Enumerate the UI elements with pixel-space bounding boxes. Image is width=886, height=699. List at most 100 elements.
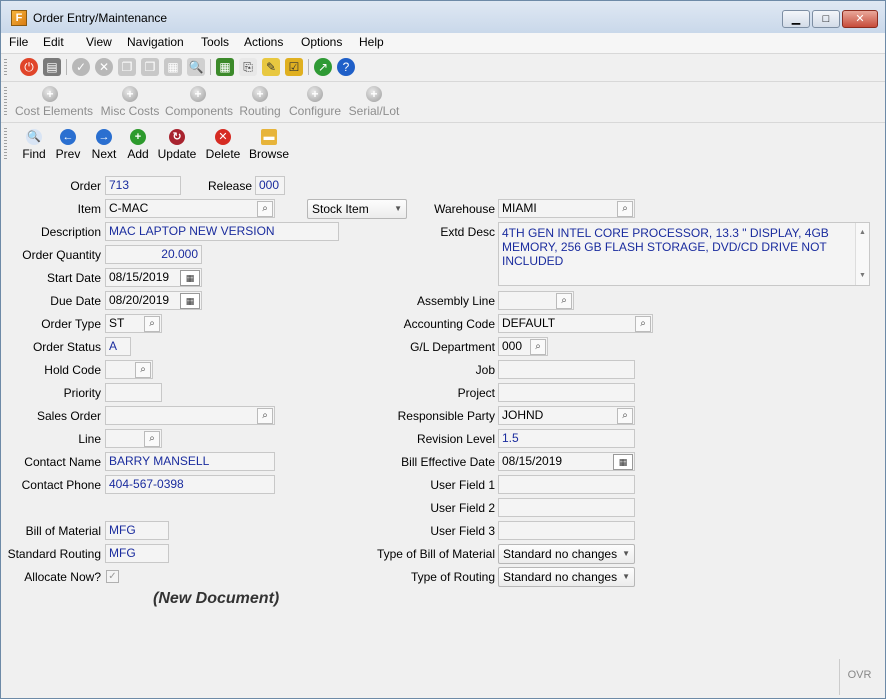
description-field[interactable]: MAC LAPTOP NEW VERSION: [105, 222, 339, 241]
sales-order-lookup-icon[interactable]: ⌕: [257, 408, 273, 424]
minimize-button[interactable]: ▁: [782, 10, 810, 28]
menu-help[interactable]: Help: [359, 35, 384, 49]
accounting-code-lookup-icon[interactable]: ⌕: [635, 316, 651, 332]
close-button[interactable]: ✕: [842, 10, 878, 28]
user-field1-field[interactable]: [498, 475, 635, 494]
chart-icon[interactable]: ↗: [314, 58, 332, 76]
exit-icon[interactable]: ⏻: [20, 58, 38, 76]
line-field[interactable]: ⌕: [105, 429, 162, 448]
contact-phone-field[interactable]: 404-567-0398: [105, 475, 275, 494]
calculator-icon[interactable]: ▦: [216, 58, 234, 76]
toolbar-grip[interactable]: [4, 87, 7, 115]
navigation-toolbar: 🔍 Find ← Prev → Next + Add ↻ Update ✕ De…: [1, 122, 885, 164]
type-routing-select[interactable]: Standard no changes ▼: [498, 567, 635, 587]
std-routing-field[interactable]: MFG: [105, 544, 169, 563]
calendar-icon[interactable]: ▦: [180, 270, 200, 286]
start-date-field[interactable]: 08/15/2019 ▦: [105, 268, 202, 287]
order-status-label: Order Status: [32, 340, 101, 354]
chevron-down-icon: ▼: [622, 549, 630, 558]
menu-file[interactable]: File: [9, 35, 28, 49]
serial-lot-button[interactable]: + Serial/Lot: [347, 86, 401, 118]
project-field[interactable]: [498, 383, 635, 402]
assembly-line-field[interactable]: ⌕: [498, 291, 574, 310]
title-bar[interactable]: F Order Entry/Maintenance ▁ □ ✕: [1, 1, 885, 33]
due-date-field[interactable]: 08/20/2019 ▦: [105, 291, 202, 310]
revision-level-field[interactable]: 1.5: [498, 429, 635, 448]
misc-costs-button[interactable]: + Misc Costs: [97, 86, 163, 118]
item-type-select[interactable]: Stock Item ▼: [307, 199, 407, 219]
release-field[interactable]: 000: [255, 176, 285, 195]
accounting-code-field[interactable]: DEFAULT ⌕: [498, 314, 653, 333]
menu-actions[interactable]: Actions: [244, 35, 283, 49]
job-field[interactable]: [498, 360, 635, 379]
warehouse-lookup-icon[interactable]: ⌕: [617, 201, 633, 217]
scroll-down-icon[interactable]: ▼: [856, 269, 869, 283]
print-icon[interactable]: ▤: [43, 58, 61, 76]
zoom-icon[interactable]: 🔍: [187, 58, 205, 76]
responsible-party-field[interactable]: JOHND ⌕: [498, 406, 635, 425]
item-lookup-icon[interactable]: ⌕: [257, 201, 273, 217]
item-field[interactable]: C-MAC ⌕: [105, 199, 275, 218]
bill-eff-date-field[interactable]: 08/15/2019 ▦: [498, 452, 635, 471]
item-value: C-MAC: [109, 201, 149, 215]
line-label: Line: [78, 432, 101, 446]
copy-icon[interactable]: ❐: [118, 58, 136, 76]
extd-desc-scrollbar[interactable]: ▲ ▼: [855, 223, 869, 285]
paste-icon[interactable]: ❐: [141, 58, 159, 76]
browse-label: Browse: [248, 147, 289, 161]
find-button[interactable]: 🔍 Find: [19, 129, 49, 161]
save-icon[interactable]: ✓: [72, 58, 90, 76]
type-bom-select[interactable]: Standard no changes ▼: [498, 544, 635, 564]
scroll-up-icon[interactable]: ▲: [856, 226, 869, 240]
extd-desc-textarea[interactable]: 4TH GEN INTEL CORE PROCESSOR, 13.3 " DIS…: [498, 222, 870, 286]
toolbar-grip[interactable]: [4, 128, 7, 160]
contact-phone-label: Contact Phone: [21, 478, 101, 492]
next-button[interactable]: → Next: [89, 129, 119, 161]
menu-view[interactable]: View: [86, 35, 112, 49]
hold-code-lookup-icon[interactable]: ⌕: [135, 362, 151, 378]
configure-button[interactable]: + Configure: [289, 86, 341, 118]
gl-dept-field[interactable]: 000 ⌕: [498, 337, 548, 356]
bom-field[interactable]: MFG: [105, 521, 169, 540]
components-button[interactable]: + Components: [165, 86, 233, 118]
hold-code-field[interactable]: ⌕: [105, 360, 153, 379]
order-qty-field[interactable]: 20.000: [105, 245, 202, 264]
update-button[interactable]: ↻ Update: [155, 129, 199, 161]
checklist-icon[interactable]: ☑: [285, 58, 303, 76]
delete-button[interactable]: ✕ Delete: [203, 129, 243, 161]
allocate-checkbox[interactable]: ✓: [106, 570, 119, 583]
menu-edit[interactable]: Edit: [43, 35, 64, 49]
routing-button[interactable]: + Routing: [237, 86, 283, 118]
order-status-field[interactable]: A: [105, 337, 131, 356]
order-type-lookup-icon[interactable]: ⌕: [144, 316, 160, 332]
cancel-icon[interactable]: ✕: [95, 58, 113, 76]
line-lookup-icon[interactable]: ⌕: [144, 431, 160, 447]
order-type-field[interactable]: ST ⌕: [105, 314, 162, 333]
notes-icon[interactable]: ✎: [262, 58, 280, 76]
sales-order-field[interactable]: ⌕: [105, 406, 275, 425]
priority-field[interactable]: [105, 383, 162, 402]
menu-navigation[interactable]: Navigation: [127, 35, 184, 49]
select-all-icon[interactable]: ▦: [164, 58, 182, 76]
maximize-button[interactable]: □: [812, 10, 840, 28]
contact-name-field[interactable]: BARRY MANSELL: [105, 452, 275, 471]
order-field[interactable]: 713: [105, 176, 181, 195]
user-field2-field[interactable]: [498, 498, 635, 517]
browse-button[interactable]: ▬ Browse: [247, 129, 291, 161]
attachment-icon[interactable]: ⎘: [239, 58, 257, 76]
menu-tools[interactable]: Tools: [201, 35, 229, 49]
user-field3-field[interactable]: [498, 521, 635, 540]
cost-elements-button[interactable]: + Cost Elements: [15, 86, 93, 118]
assembly-line-lookup-icon[interactable]: ⌕: [556, 293, 572, 309]
add-button[interactable]: + Add: [123, 129, 153, 161]
responsible-party-lookup-icon[interactable]: ⌕: [617, 408, 633, 424]
order-form: Order 713 Release 000 Item C-MAC ⌕ Stock…: [8, 169, 879, 659]
gl-dept-lookup-icon[interactable]: ⌕: [530, 339, 546, 355]
menu-options[interactable]: Options: [301, 35, 342, 49]
help-icon[interactable]: ?: [337, 58, 355, 76]
calendar-icon[interactable]: ▦: [613, 454, 633, 470]
prev-button[interactable]: ← Prev: [53, 129, 83, 161]
calendar-icon[interactable]: ▦: [180, 293, 200, 309]
toolbar-grip[interactable]: [4, 59, 7, 75]
warehouse-field[interactable]: MIAMI ⌕: [498, 199, 635, 218]
